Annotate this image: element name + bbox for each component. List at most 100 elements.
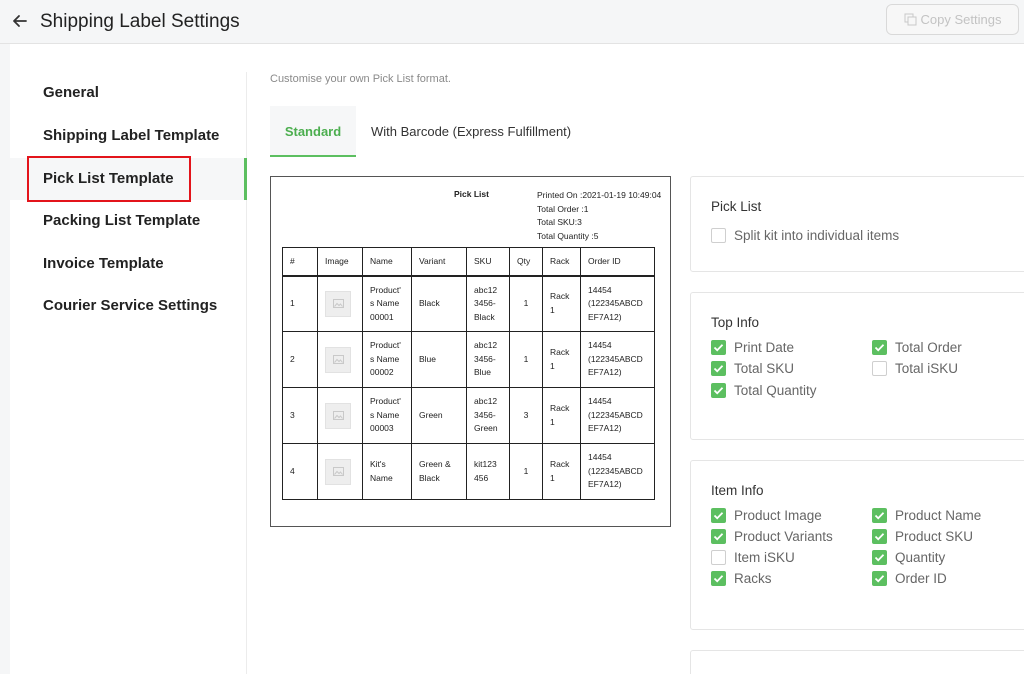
cell-sku-line: kit123 [474,459,497,469]
checkbox-item-isku[interactable] [711,550,726,565]
cell-number: 4 [282,443,318,500]
checkbox-total-quantity[interactable] [711,383,726,398]
cell-rack-line: 1 [550,416,555,427]
cell-order-id-line: EF7A12) [588,311,622,322]
cell-order-id-line: (122345ABCD [588,465,643,476]
top-info-card-title: Top Info [711,315,760,330]
sidebar-item-invoice-template[interactable]: Invoice Template [10,243,247,285]
cell-name-line: Name [370,472,393,483]
page-header: Shipping Label Settings Copy Settings [0,0,1024,44]
checkbox-split-kit[interactable] [711,228,726,243]
checkbox-product-image[interactable] [711,508,726,523]
cell-name-line: Kit's [370,459,386,469]
check-icon [874,575,885,583]
sidebar-item-shipping-label-template[interactable]: Shipping Label Template [10,115,247,157]
cell-rack: Rack 1 [542,275,581,332]
preview-total-sku: Total SKU:3 [537,217,582,227]
option-total-sku-label: Total SKU [734,361,795,376]
cell-order-id: 14454 (122345ABCD EF7A12) [580,387,655,444]
table-row: 4 Kit's Name Green & Black kit123 456 1 Rack 1 144… [282,443,655,500]
image-icon [332,467,344,476]
column-header: Image [317,247,363,276]
cell-name-line: s Name [370,353,400,364]
option-product-name[interactable]: Product Name [872,508,981,523]
option-print-date[interactable]: Print Date [711,340,794,355]
cell-variant: Black [411,275,467,332]
cell-order-id-line: 14454 [588,284,612,295]
cell-sku-line: 3456- [474,409,496,420]
checkbox-product-variants[interactable] [711,529,726,544]
checkbox-product-sku[interactable] [872,529,887,544]
option-product-sku[interactable]: Product SKU [872,529,973,544]
cell-rack-line: Rack [550,403,570,413]
option-quantity[interactable]: Quantity [872,550,945,565]
cell-name-line: 00001 [370,311,394,322]
preview-total-order: Total Order :1 [537,203,589,214]
cell-name-line: Product' [370,340,401,351]
cell-sku: abc12 3456- Green [466,387,510,444]
cell-variant-line: Black [419,298,440,308]
checkbox-quantity[interactable] [872,550,887,565]
option-total-quantity[interactable]: Total Quantity [711,383,817,398]
cell-rack-line: Rack [550,291,570,302]
checkbox-total-sku[interactable] [711,361,726,376]
check-icon [713,387,724,395]
sidebar-item-general[interactable]: General [10,72,247,114]
checkbox-product-name[interactable] [872,508,887,523]
checkbox-total-isku[interactable] [872,361,887,376]
check-icon [874,554,885,562]
cell-rack-line: Rack [550,347,570,357]
cell-variant: Green & Black [411,443,467,500]
check-icon [874,533,885,541]
customise-hint: Customise your own Pick List format. [270,73,451,85]
cell-qty: 1 [509,331,543,388]
option-racks[interactable]: Racks [711,571,772,586]
cell-name-line: 00003 [370,423,394,434]
cell-name: Kit's Name [362,443,412,500]
cell-variant: Blue [411,331,467,388]
check-icon [874,344,885,352]
option-total-order[interactable]: Total Order [872,340,962,355]
checkbox-print-date[interactable] [711,340,726,355]
tab-with-barcode[interactable]: With Barcode (Express Fulfillment) [371,106,571,157]
column-header: Order ID [580,247,655,276]
cell-name-line: s Name [370,298,400,308]
checkbox-total-order[interactable] [872,340,887,355]
cell-order-id-line: EF7A12) [588,479,622,490]
cell-image [317,387,363,444]
checkbox-order-id[interactable] [872,571,887,586]
cell-image [317,443,363,500]
option-order-id[interactable]: Order ID [872,571,947,586]
option-product-image[interactable]: Product Image [711,508,822,523]
main-panel: General Shipping Label Template Pick Lis… [10,44,1024,674]
cell-order-id-line: (122345ABCD [588,409,643,420]
option-total-isku-label: Total iSKU [895,361,959,376]
back-arrow-icon[interactable] [10,11,30,31]
checkbox-racks[interactable] [711,571,726,586]
sidebar-item-courier-service-settings[interactable]: Courier Service Settings [10,285,247,327]
cell-order-id: 14454 (122345ABCD EF7A12) [580,443,655,500]
table-row: 3 Product' s Name 00003 Green abc12 3456- Green… [282,387,655,444]
tab-standard[interactable]: Standard [270,106,356,157]
image-icon [332,411,344,420]
cell-name-line: Product' [370,284,401,295]
cell-name: Product' s Name 00003 [362,387,412,444]
column-header: # [282,247,318,276]
option-split-kit[interactable]: Split kit into individual items [711,228,899,243]
option-total-quantity-label: Total Quantity [734,383,817,398]
copy-settings-button[interactable]: Copy Settings [886,4,1019,35]
cell-order-id-line: 14454 [588,396,612,407]
option-product-variants[interactable]: Product Variants [711,529,833,544]
option-total-isku[interactable]: Total iSKU [872,361,958,376]
check-icon [713,575,724,583]
option-total-sku[interactable]: Total SKU [711,361,794,376]
cell-order-id-line: EF7A12) [588,423,622,434]
option-item-isku[interactable]: Item iSKU [711,550,795,565]
sidebar-item-packing-list-template[interactable]: Packing List Template [10,200,247,242]
column-header: Name [362,247,412,276]
cell-sku: abc12 3456- Black [466,275,510,332]
column-header: Qty [509,247,543,276]
column-header: Variant [411,247,467,276]
check-icon [713,512,724,520]
cell-name-line: 00002 [370,367,394,378]
